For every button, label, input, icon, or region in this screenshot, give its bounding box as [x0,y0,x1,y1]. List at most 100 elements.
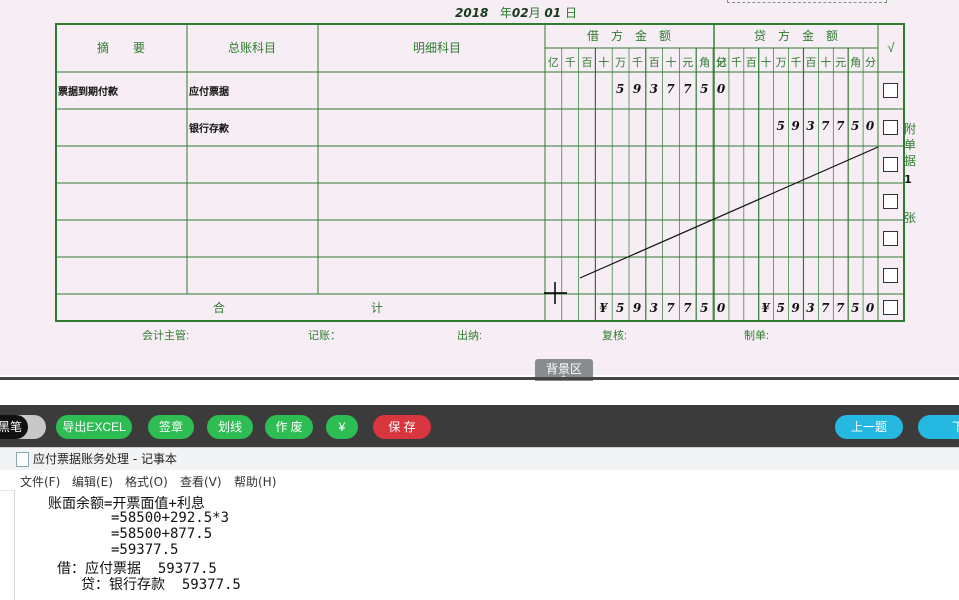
row-check-box[interactable] [883,231,898,246]
credit-digit[interactable]: 3 [802,119,818,133]
row-ledger-account[interactable]: 应付票据 [189,83,229,98]
note-line: =59377.5 [111,542,179,558]
credit-digit[interactable]: 7 [817,119,833,133]
attachment-count[interactable]: 1 [901,172,915,188]
credit-digit[interactable]: 0 [862,119,878,133]
total-label-ji: 计 [371,301,383,315]
credit-digit-label: 万 [776,57,787,69]
total-debit-digit: 9 [632,301,642,315]
sig-reviewer: 复核: [602,330,628,342]
menu-help[interactable]: 帮助(H) [234,473,276,490]
grid-header-text: 摘 要总账科目 明细科目借 方 金 额贷 方 金 额√亿 亿千 千百 百十 十万 万千 千百百… [97,28,895,315]
header-check: √ [887,40,895,55]
credit-digit-label: 百 [746,57,757,69]
header-credit: 贷 方 金 额 [754,28,838,43]
previous-question-button[interactable]: 上一题 [835,415,903,439]
header-ledger: 总账科目 [228,41,276,55]
total-check-box[interactable] [883,300,898,315]
debit-digit[interactable]: 0 [713,82,729,96]
attachment-char-3: 据 [903,154,916,168]
debit-digit-label: 分 [716,56,727,69]
notepad-titlebar[interactable]: 应付票据账务处理 - 记事本 [0,447,959,470]
credit-digit[interactable]: 5 [773,119,789,133]
total-credit-digit: ¥ [761,301,770,315]
credit-digit-label: 元 [835,57,846,69]
notepad-text-area[interactable]: 账面余额=开票面值+利息 =58500+292.5*3 =58500+877.5… [14,490,959,600]
total-credit-digit: 3 [806,301,815,315]
credit-digit-label: 分 [865,56,876,69]
credit-digit-label: 十 [820,55,831,69]
pen-toggle-label: 黑笔 [0,415,28,439]
crosshair-cursor-icon [544,282,567,304]
notepad-menubar: 文件(F) 编辑(E) 格式(O) 查看(V) 帮助(H) [0,471,959,491]
void-button[interactable]: 作 废 [265,415,313,439]
row-check-box[interactable] [883,120,898,135]
total-debit-digit: 7 [683,301,692,315]
row-check-box[interactable] [883,83,898,98]
total-label-he: 合 [213,300,225,315]
sig-bookkeeper: 记账： [308,330,341,342]
export-excel-button[interactable]: 导出EXCEL [56,415,132,439]
attachment-unit: 张 [903,211,916,225]
debit-digit-label: 百 [582,57,593,69]
menu-format[interactable]: 格式(O) [125,473,168,490]
notepad-icon [16,452,29,467]
menu-view[interactable]: 查看(V) [180,473,222,490]
attachment-char-1: 附 [903,122,916,136]
credit-digit-label: 十 [761,55,772,69]
voucher-area: 2018 年02月 01 日 摘 要总账科目 明细科目借 方 金 额贷 方 金 额… [0,0,959,381]
header-debit: 借 方 金 额 [587,28,671,43]
note-line: =58500+292.5*3 [111,510,230,526]
total-credit-digit: 7 [836,301,845,315]
debit-digit[interactable]: 5 [696,82,712,96]
panel-divider[interactable] [0,377,959,380]
debit-digit-label: 十 [666,55,677,69]
debit-digit[interactable]: 7 [679,82,695,96]
header-detail: 明细科目 [413,41,461,55]
row-check-box[interactable] [883,268,898,283]
debit-digit[interactable]: 3 [646,82,662,96]
row-check-box[interactable] [883,157,898,172]
debit-digit-label: 十 [598,55,609,69]
debit-digit[interactable]: 7 [663,82,679,96]
sig-supervisor: 会计主管: [142,330,190,342]
sign-stamp-button[interactable]: 签章 [148,415,194,439]
header-summary: 摘 要 [97,40,145,55]
note-line: 贷：银行存款 59377.5 [81,577,241,593]
yuan-symbol-button[interactable]: ¥ [326,415,358,439]
total-debit-digit: 5 [700,301,709,315]
action-toolbar: 黑笔 导出EXCEL 签章 划线 作 废 ¥ 保 存 上一题 下 [0,405,959,447]
voucher-grid: 摘 要总账科目 明细科目借 方 金 额贷 方 金 额√亿 亿千 千百 百十 十万 万千 千百百… [55,23,905,322]
strike-line-button[interactable]: 划线 [207,415,253,439]
menu-file[interactable]: 文件(F) [20,473,60,490]
credit-digit[interactable]: 7 [832,119,848,133]
debit-digit[interactable]: 5 [612,82,628,96]
debit-digit-label: 千 [565,56,576,69]
row-summary[interactable]: 票据到期付款 [58,83,118,98]
next-question-button[interactable]: 下 [918,415,959,439]
debit-digit-label: 角 [699,56,710,69]
pen-color-toggle[interactable]: 黑笔 [0,415,46,439]
debit-digit-label: 亿 [548,56,559,69]
total-credit-digit: 0 [865,301,875,315]
total-debit-digit: 7 [666,301,675,315]
debit-digit-label: 千 [632,56,643,69]
total-debit-digit: ¥ [599,301,608,315]
credit-digit-label: 千 [791,56,802,69]
total-credit-digit: 7 [821,301,830,315]
credit-digit[interactable]: 5 [847,119,863,133]
debit-digit[interactable]: 9 [629,82,645,96]
total-debit-digit: 0 [716,301,726,315]
sig-cashier: 出纳: [457,330,483,342]
credit-digit-label: 百 [805,57,816,69]
row-check-box[interactable] [883,194,898,209]
total-credit-digit: 9 [791,301,800,315]
debit-digit-label: 万 [615,57,626,69]
row-ledger-account[interactable]: 银行存款 [189,120,229,135]
menu-edit[interactable]: 编辑(E) [72,473,113,490]
save-button[interactable]: 保 存 [373,415,431,439]
notepad-window: 应付票据账务处理 - 记事本 文件(F) 编辑(E) 格式(O) 查看(V) 帮… [0,447,959,600]
sig-preparer: 制单: [744,330,770,342]
credit-digit[interactable]: 9 [788,119,804,133]
total-credit-digit: 5 [776,301,785,315]
